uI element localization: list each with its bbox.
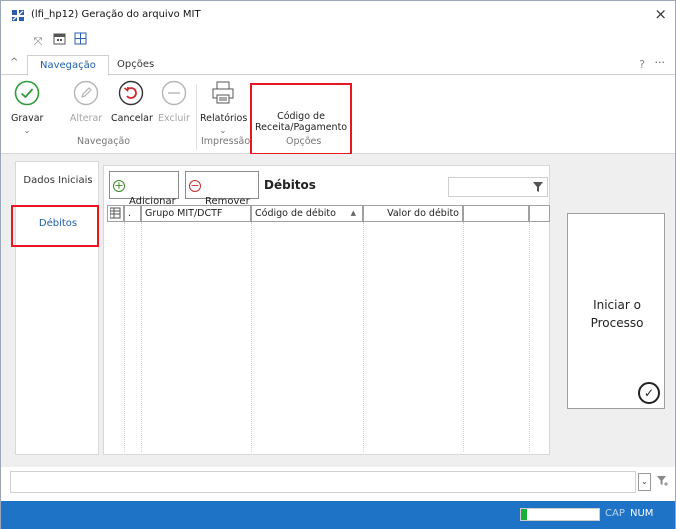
add-filter-icon[interactable]: [656, 475, 670, 490]
highlight-box-opcoes: [250, 83, 352, 155]
grid-header: . Grupo MIT/DCTF Código de débito ▲ Valo…: [107, 205, 550, 222]
app-window: (lfi_hp12) Geração do arquivo MIT × ⤧ ^ …: [0, 0, 676, 529]
check-circle-icon: ✓: [638, 382, 660, 404]
close-button[interactable]: ×: [654, 5, 667, 23]
chevron-down-icon: ⌄: [23, 126, 31, 135]
section-title: Débitos: [264, 178, 316, 192]
calendar-icon[interactable]: [52, 32, 66, 46]
iniciar-processo-label: Iniciar o Processo: [590, 298, 644, 330]
undo-icon: [118, 80, 144, 106]
chevron-down-icon: ⌄: [219, 126, 227, 135]
help-icon[interactable]: ?: [639, 58, 645, 71]
grid-column-line: [141, 222, 142, 452]
bottom-filter-bar: ⌄: [1, 467, 675, 501]
nav-item-dados-iniciais[interactable]: Dados Iniciais: [16, 175, 100, 186]
remover-item-button[interactable]: − Remover item: [185, 171, 259, 218]
column-header-spacer: [529, 205, 550, 222]
content-area: Dados Iniciais Débitos + Adicionar item …: [1, 154, 675, 467]
alterar-button[interactable]: Alterar: [69, 80, 103, 124]
bottom-filter-input[interactable]: [10, 471, 636, 493]
chevron-down-icon[interactable]: ⌄: [638, 473, 651, 491]
caps-lock-indicator: CAP: [605, 508, 625, 519]
status-bar: CAP NUM: [1, 501, 675, 529]
window-title: (lfi_hp12) Geração do arquivo MIT: [31, 9, 201, 20]
cancelar-label: Cancelar: [111, 113, 153, 124]
progress-bar: [520, 508, 600, 521]
grid-column-line: [463, 222, 464, 452]
group-label-impressao: Impressão: [201, 136, 251, 147]
minus-circle-icon: [161, 80, 187, 106]
column-header-empty[interactable]: [463, 205, 529, 222]
grid-column-line: [529, 222, 530, 452]
gravar-button[interactable]: Gravar ⌄: [11, 80, 43, 135]
alterar-label: Alterar: [69, 113, 103, 124]
separator: [196, 84, 197, 150]
num-lock-indicator: NUM: [630, 508, 654, 519]
debitos-panel: + Adicionar item − Remover item Débitos …: [103, 165, 550, 455]
column-header-codigo-label: Código de débito: [255, 208, 336, 219]
more-options-icon[interactable]: ···: [655, 56, 666, 69]
column-header-grupo[interactable]: Grupo MIT/DCTF: [141, 205, 251, 222]
title-bar: (lfi_hp12) Geração do arquivo MIT ×: [1, 1, 675, 29]
progress-fill: [521, 509, 527, 520]
expand-icon[interactable]: ⤧: [31, 35, 45, 49]
ribbon-tabs: ^ Navegação Opções ? ···: [1, 55, 675, 76]
highlight-box-debitos: [11, 205, 99, 247]
adicionar-item-button[interactable]: + Adicionar item: [109, 171, 179, 218]
column-header-codigo-debito[interactable]: Código de débito ▲: [251, 205, 363, 222]
relatorios-button[interactable]: Relatórios ⌄: [200, 80, 248, 135]
plus-circle-icon: +: [113, 179, 125, 192]
printer-icon: [212, 81, 234, 104]
grid-column-line: [363, 222, 364, 452]
column-header-dot[interactable]: .: [124, 205, 141, 222]
iniciar-processo-button[interactable]: Iniciar o Processo ✓: [567, 213, 665, 409]
column-header-valor[interactable]: Valor do débito: [363, 205, 463, 222]
excluir-label: Excluir: [158, 113, 190, 124]
minus-circle-icon: −: [189, 179, 201, 192]
tab-opcoes[interactable]: Opções: [105, 55, 166, 76]
tab-navegacao[interactable]: Navegação: [27, 55, 109, 76]
sort-ascending-icon: ▲: [350, 209, 356, 217]
collapse-ribbon-icon[interactable]: ^: [10, 57, 18, 68]
column-chooser-icon[interactable]: [107, 205, 124, 222]
pencil-icon: [73, 80, 99, 106]
group-label-navegacao: Navegação: [77, 136, 131, 147]
grid-search-input[interactable]: [448, 177, 548, 197]
quick-access-toolbar: ⤧: [31, 32, 91, 48]
relatorios-label: Relatórios: [200, 113, 248, 124]
grid-icon[interactable]: [73, 32, 87, 46]
cancelar-button[interactable]: Cancelar: [111, 80, 153, 124]
grid-column-line: [124, 222, 125, 452]
gravar-label: Gravar: [11, 113, 44, 124]
app-logo-icon: [11, 8, 25, 22]
check-circle-icon: [14, 80, 40, 106]
grid-column-line: [251, 222, 252, 452]
excluir-button[interactable]: Excluir: [157, 80, 191, 124]
filter-icon: [533, 182, 543, 192]
